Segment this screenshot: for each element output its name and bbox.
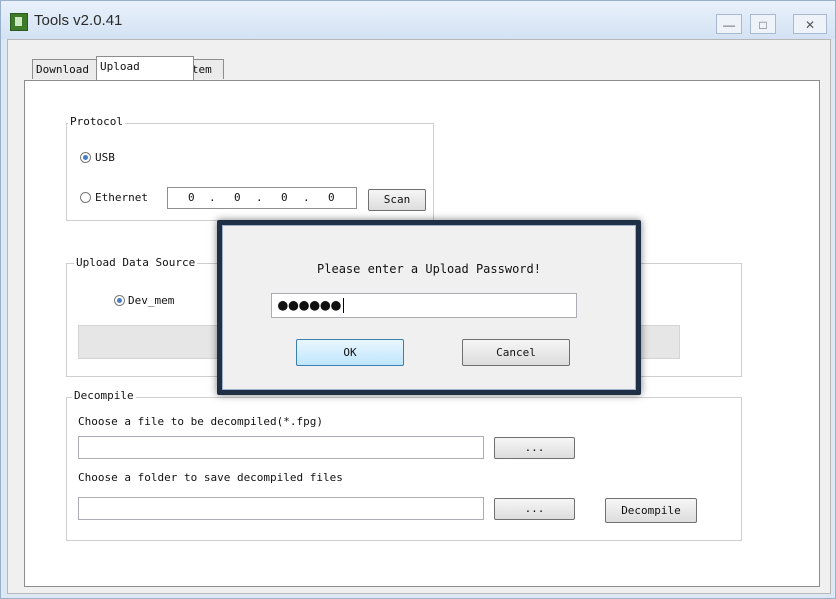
ip-octet-2[interactable]: 0 bbox=[234, 191, 241, 204]
ip-separator: . bbox=[303, 191, 310, 204]
cancel-button[interactable]: Cancel bbox=[462, 339, 570, 366]
ethernet-label: Ethernet bbox=[95, 191, 148, 204]
password-input[interactable]: ●●●●●● bbox=[271, 293, 577, 318]
browse-file-button[interactable]: ... bbox=[494, 437, 575, 459]
title-bar[interactable]: Tools v2.0.41 — □ ✕ bbox=[1, 1, 835, 39]
window-title: Tools v2.0.41 bbox=[34, 12, 123, 29]
ethernet-radio[interactable] bbox=[80, 192, 91, 203]
folder-path-input[interactable] bbox=[78, 497, 484, 520]
password-prompt: Please enter a Upload Password! bbox=[317, 262, 541, 276]
upload-source-legend: Upload Data Source bbox=[74, 256, 198, 269]
app-icon bbox=[10, 13, 28, 31]
minimize-button[interactable]: — bbox=[716, 14, 742, 34]
close-button[interactable]: ✕ bbox=[793, 14, 827, 34]
ok-button[interactable]: OK bbox=[296, 339, 404, 366]
scan-button[interactable]: Scan bbox=[368, 189, 426, 211]
tab-upload[interactable]: Upload bbox=[96, 56, 194, 80]
choose-folder-label: Choose a folder to save decompiled files bbox=[78, 471, 343, 484]
choose-file-label: Choose a file to be decompiled(*.fpg) bbox=[78, 415, 324, 428]
password-dialog: Please enter a Upload Password! ●●●●●● O… bbox=[217, 220, 641, 395]
decompile-button[interactable]: Decompile bbox=[605, 498, 697, 523]
ip-octet-1[interactable]: 0 bbox=[188, 191, 195, 204]
password-dialog-body: Please enter a Upload Password! ●●●●●● O… bbox=[222, 225, 636, 390]
dev-mem-label: Dev_mem bbox=[128, 294, 175, 307]
decompile-legend: Decompile bbox=[72, 389, 136, 402]
tab-download[interactable]: Download bbox=[32, 59, 98, 79]
protocol-legend: Protocol bbox=[68, 115, 125, 128]
text-caret bbox=[342, 298, 344, 313]
password-mask: ●●●●●● bbox=[278, 295, 342, 314]
ip-separator: . bbox=[209, 191, 216, 204]
ip-octet-3[interactable]: 0 bbox=[281, 191, 288, 204]
ip-octet-4[interactable]: 0 bbox=[328, 191, 335, 204]
dev-mem-radio[interactable] bbox=[114, 295, 125, 306]
browse-folder-button[interactable]: ... bbox=[494, 498, 575, 520]
usb-radio[interactable] bbox=[80, 152, 91, 163]
file-path-input[interactable] bbox=[78, 436, 484, 459]
ip-separator: . bbox=[256, 191, 263, 204]
maximize-button[interactable]: □ bbox=[750, 14, 776, 34]
ip-address-input[interactable]: 0 . 0 . 0 . 0 bbox=[167, 187, 357, 209]
usb-label: USB bbox=[95, 151, 115, 164]
